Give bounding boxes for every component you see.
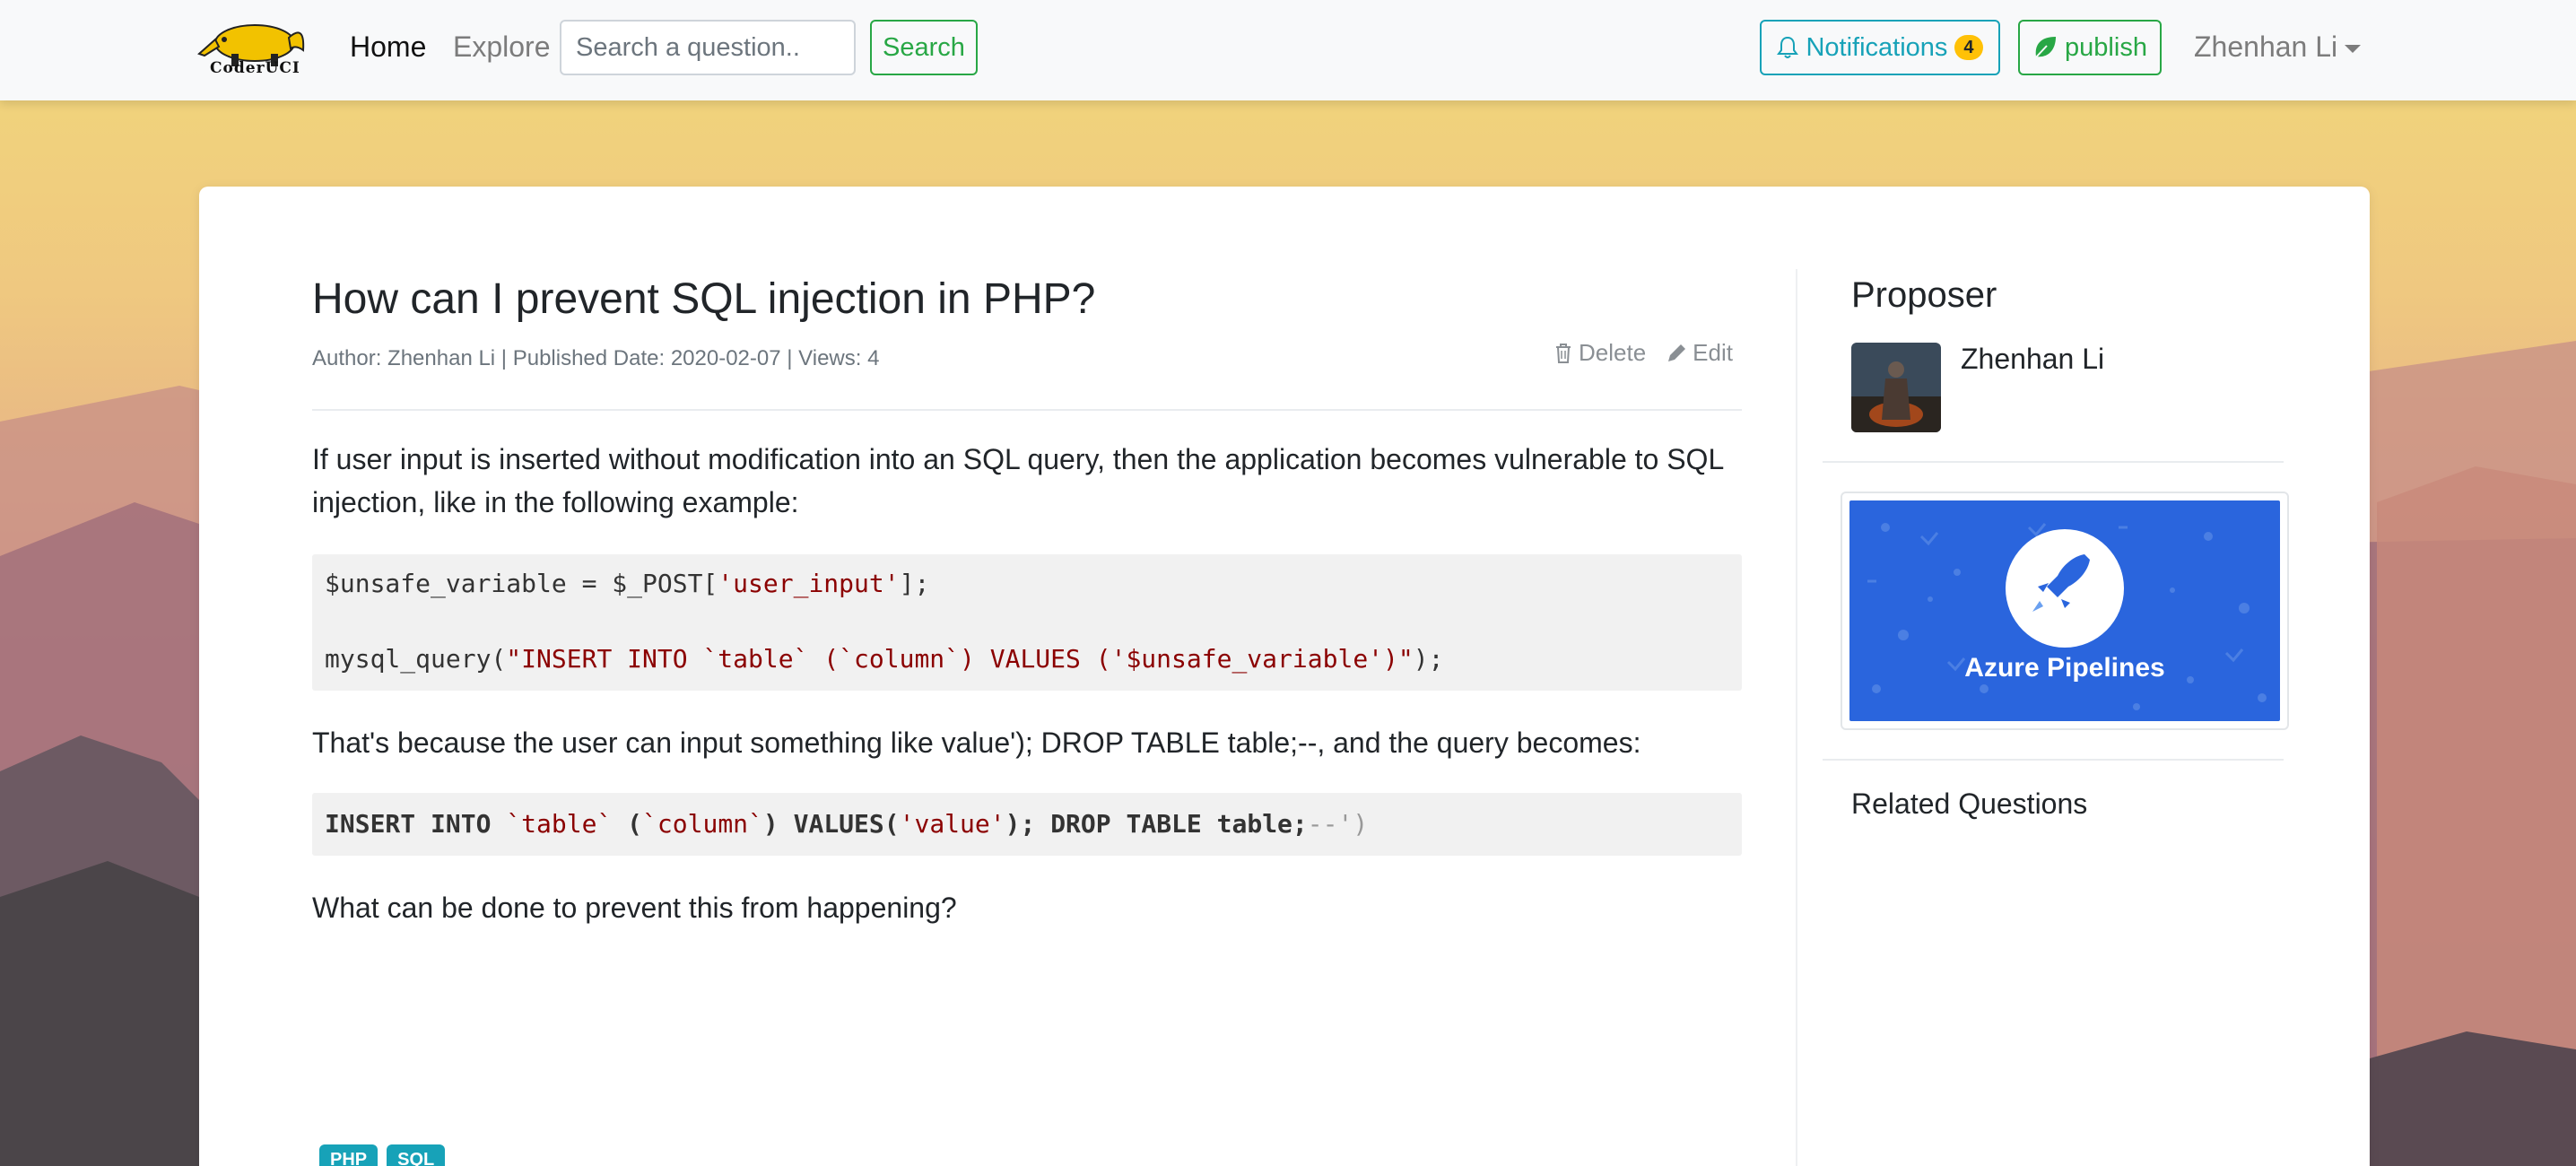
logo-text: CoderUCI — [210, 59, 300, 77]
proposer-heading: Proposer — [1851, 275, 1997, 315]
question-paragraph-2: That's because the user can input someth… — [312, 727, 1641, 759]
publish-button[interactable]: publish — [2018, 20, 2162, 75]
user-dropdown[interactable]: Zhenhan Li — [2194, 25, 2362, 68]
sidebar-divider — [1823, 759, 2284, 761]
search-button[interactable]: Search — [870, 20, 978, 75]
nav-home-link[interactable]: Home — [350, 29, 426, 65]
question-actions: Delete Edit — [1553, 339, 1733, 367]
question-paragraph-3: What can be done to prevent this from ha… — [312, 892, 957, 924]
user-name: Zhenhan Li — [2194, 30, 2338, 63]
sidebar-divider — [1823, 461, 2284, 463]
notifications-count-badge: 4 — [1954, 35, 1983, 60]
code-line: $unsafe_variable = $_POST['user_input']; — [325, 569, 930, 598]
ad-banner: Azure Pipelines — [1849, 500, 2280, 721]
azure-pipelines-ad[interactable]: Azure Pipelines — [1841, 492, 2289, 730]
trash-icon — [1556, 343, 1571, 363]
question-meta: Author: Zhenhan Li | Published Date: 202… — [312, 346, 880, 370]
avatar[interactable] — [1851, 343, 1941, 432]
tag-php[interactable]: PHP — [319, 1144, 379, 1166]
code-line: mysql_query("INSERT INTO `table` (`colum… — [325, 644, 1444, 674]
ad-pattern — [1867, 523, 2267, 710]
question-title: How can I prevent SQL injection in PHP? — [312, 275, 1096, 323]
edit-button[interactable]: Edit — [1666, 339, 1733, 367]
search-input[interactable] — [560, 20, 856, 75]
delete-button[interactable]: Delete — [1553, 339, 1646, 367]
question-paragraph-1: If user input is inserted without modifi… — [312, 443, 1724, 518]
column-divider — [1796, 269, 1797, 1166]
related-questions-heading: Related Questions — [1851, 787, 2088, 820]
nav-explore-link[interactable]: Explore — [453, 29, 551, 65]
chevron-down-icon — [2345, 44, 2362, 53]
pencil-icon — [1668, 344, 1686, 361]
ad-label: Azure Pipelines — [1964, 653, 2165, 683]
leaf-icon — [2033, 37, 2057, 60]
code-block-1: $unsafe_variable = $_POST['user_input'];… — [312, 554, 1742, 691]
top-navbar: CoderUCI Home Explore Search Notificatio… — [0, 0, 2576, 100]
question-card: How can I prevent SQL injection in PHP? … — [199, 187, 2370, 1166]
title-divider — [312, 409, 1742, 411]
code-block-2: INSERT INTO `table` (`column`) VALUES('v… — [312, 793, 1742, 856]
bell-icon — [1777, 36, 1799, 58]
publish-label: publish — [2065, 32, 2147, 62]
tag-sql[interactable]: SQL — [387, 1144, 446, 1166]
proposer-name[interactable]: Zhenhan Li — [1961, 343, 2104, 376]
delete-label: Delete — [1579, 339, 1647, 366]
edit-label: Edit — [1693, 339, 1733, 366]
tag-list: PHP SQL — [319, 1144, 446, 1166]
notifications-label: Notifications — [1806, 32, 1948, 62]
notifications-button[interactable]: Notifications 4 — [1760, 20, 2000, 75]
